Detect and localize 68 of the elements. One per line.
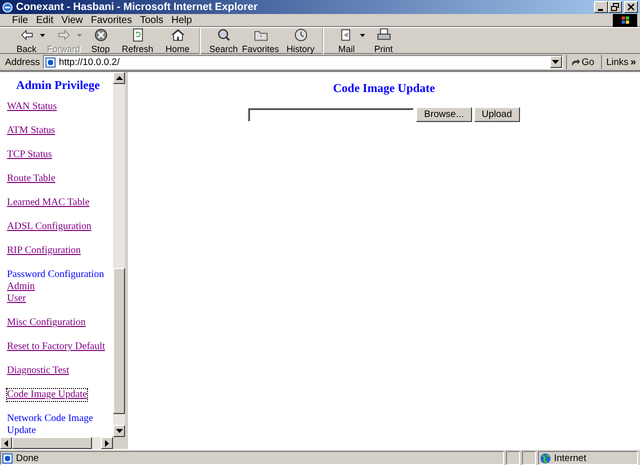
menu-item[interactable]: Favorites: [86, 14, 136, 26]
url-text: http://10.0.0.2/: [58, 56, 120, 68]
vertical-scrollbar[interactable]: [113, 72, 125, 437]
sidebar-link[interactable]: TCP Status: [7, 149, 52, 161]
menu-item[interactable]: View: [57, 14, 87, 26]
sidebar-link[interactable]: Code Image Update: [7, 389, 87, 401]
toolbar-button[interactable]: Stop: [82, 28, 119, 54]
page-heading: Code Image Update: [333, 81, 435, 96]
restore-icon: [611, 3, 619, 11]
dropdown-button[interactable]: [550, 56, 562, 68]
right-arrow-icon: [56, 28, 70, 42]
horizontal-scrollbar[interactable]: [0, 437, 125, 449]
caret-icon: [40, 34, 44, 37]
address-field[interactable]: http://10.0.0.2/: [42, 55, 563, 69]
toolbar-button[interactable]: Favorites: [242, 28, 279, 54]
sidebar-link[interactable]: User: [7, 293, 26, 305]
page-icon: [44, 56, 56, 68]
arrow-icon: [570, 58, 580, 66]
window-title: Conexant - Hasbani - Microsoft Internet Explorer: [16, 1, 259, 13]
sidebar-link[interactable]: ADSL Configuration: [7, 221, 92, 233]
menu-item[interactable]: File: [8, 14, 32, 26]
search-icon: [216, 28, 230, 42]
page-icon: [2, 452, 13, 464]
toolbar-button[interactable]: Print: [365, 28, 402, 54]
minimize-button[interactable]: [594, 1, 608, 13]
form-button[interactable]: Upload: [474, 107, 520, 122]
sidebar-link[interactable]: ATM Status: [7, 125, 56, 137]
sidebar-label: Password Configuration: [7, 269, 105, 281]
left-arrow-icon: [20, 28, 34, 42]
caret-icon: [360, 34, 364, 37]
sidebar-heading: Admin Privilege: [16, 78, 100, 92]
up-arrow-icon: [116, 76, 122, 80]
menu-item[interactable]: Tools: [136, 14, 168, 26]
address-label: Address: [4, 56, 40, 68]
sidebar-link[interactable]: Route Table: [7, 173, 56, 185]
sidebar-link[interactable]: Misc Configuration: [7, 317, 86, 329]
form-button[interactable]: Browse...: [416, 107, 472, 122]
down-arrow-icon: [116, 429, 122, 433]
status-text: Done: [16, 452, 39, 464]
sidebar-link[interactable]: Learned MAC Table: [7, 197, 90, 209]
sidebar-label: Network Code Image Update: [7, 413, 94, 437]
right-arrow-icon: [105, 440, 109, 446]
zone-text: Internet: [554, 452, 586, 464]
globe-icon: [540, 452, 551, 464]
status-pane: [522, 451, 536, 465]
toolbar-button[interactable]: Search: [205, 28, 242, 54]
clock-icon: [294, 28, 308, 42]
left-arrow-icon: [4, 440, 8, 446]
sidebar-link[interactable]: Reset to Factory Default: [7, 341, 106, 353]
sidebar-link[interactable]: RIP Configuration: [7, 245, 81, 257]
browser-icon: [2, 2, 13, 12]
folder-icon: [254, 28, 268, 42]
sidebar-link[interactable]: WAN Status: [7, 101, 57, 113]
file-path-field[interactable]: [248, 108, 414, 122]
close-icon: [627, 3, 635, 11]
close-button[interactable]: [624, 1, 638, 13]
caret-icon: [552, 60, 560, 64]
sidebar-link[interactable]: Diagnostic Test: [7, 365, 70, 377]
toolbar-button[interactable]: Back: [8, 28, 45, 54]
status-pane: [506, 451, 520, 465]
windows-logo-icon: [612, 14, 638, 26]
toolbar-button[interactable]: Refresh: [119, 28, 156, 54]
menu-item[interactable]: Edit: [32, 14, 58, 26]
menu-item[interactable]: Help: [167, 14, 196, 26]
sidebar-link[interactable]: Admin: [7, 281, 35, 293]
caret-icon: [76, 34, 82, 37]
restore-button[interactable]: [608, 1, 622, 13]
toolbar-button[interactable]: Mail: [328, 28, 365, 54]
